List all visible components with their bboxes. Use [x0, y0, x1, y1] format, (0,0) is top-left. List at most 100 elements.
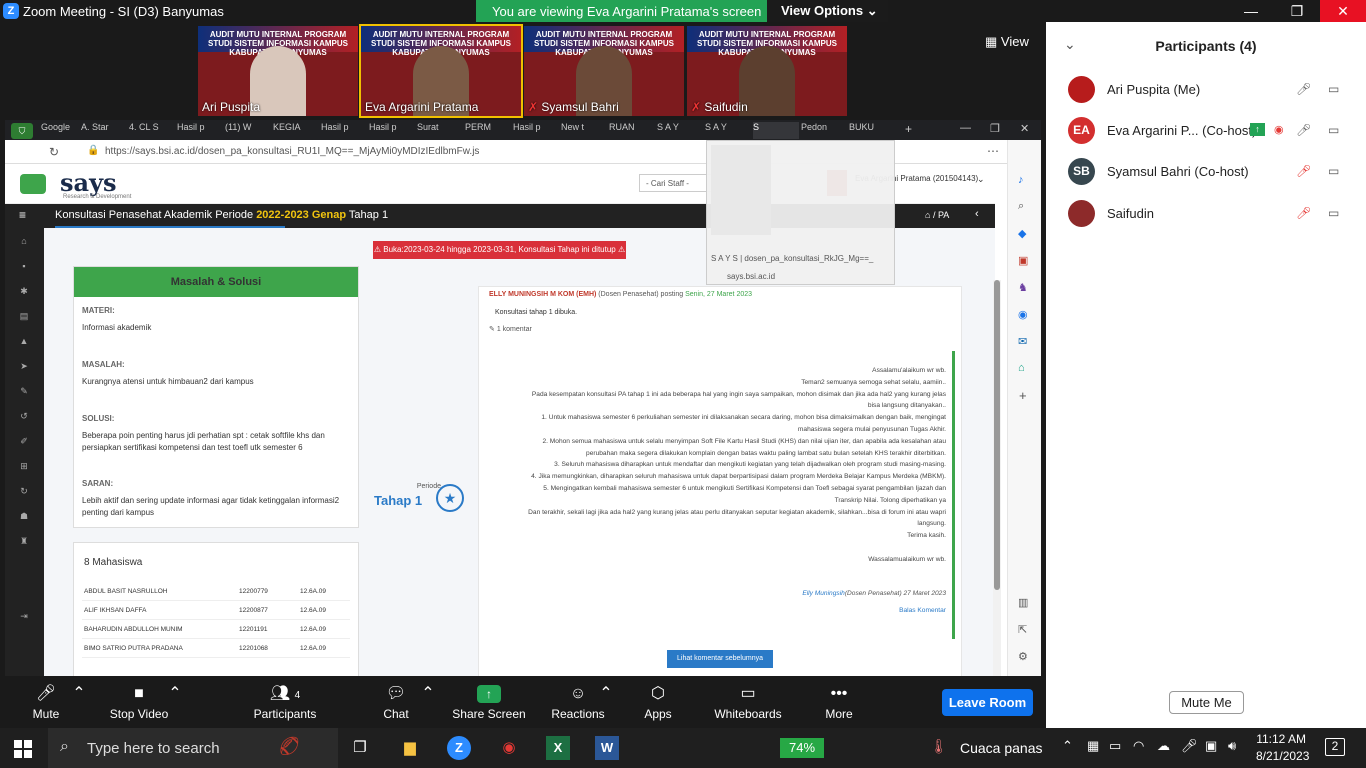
battery-indicator[interactable]: 74%: [780, 738, 824, 758]
table-row[interactable]: BIMO SATRIO PUTRA PRADANA 12201068 12.6A.0…: [82, 640, 350, 658]
users-icon[interactable]: ☗: [17, 511, 31, 521]
cloud-icon[interactable]: ☁: [1157, 738, 1170, 754]
audio-options-caret[interactable]: ⌃: [64, 676, 94, 728]
graduation-cap-icon[interactable]: ♜: [17, 536, 31, 546]
microphone-icon[interactable]: 🎤︎: [1181, 738, 1198, 754]
participant-row[interactable]: Saifudin 🎤︎ ▭: [1066, 200, 1356, 240]
view-button[interactable]: ▦ View: [985, 34, 1029, 50]
mute-me-button[interactable]: Mute Me: [1169, 691, 1244, 714]
send-icon[interactable]: ➤: [17, 361, 31, 371]
split-screen-icon[interactable]: ▥: [1018, 596, 1028, 609]
browser-tab[interactable]: S: [753, 122, 799, 139]
weather-widget[interactable]: Cuaca panas: [960, 740, 1043, 756]
browser-tab[interactable]: KEGIA: [273, 122, 319, 139]
display-icon[interactable]: ▣: [1205, 738, 1217, 754]
chat-options-caret[interactable]: ⌃: [413, 676, 443, 728]
video-tile[interactable]: AUDIT MUTU INTERNAL PROGRAM STUDI SISTEM…: [524, 26, 684, 116]
browser-tab[interactable]: 4. CL S: [129, 122, 175, 139]
participants-button[interactable]: 👥︎ 4 Participants: [240, 676, 330, 728]
browser-tab[interactable]: BUKU: [849, 122, 895, 139]
office-icon[interactable]: ◉: [1018, 308, 1028, 321]
network-icon[interactable]: ▦: [1087, 738, 1099, 754]
tray-chevron-icon[interactable]: ⌃: [1062, 738, 1073, 754]
external-icon[interactable]: ⇱: [1018, 623, 1027, 636]
pencil-icon[interactable]: ✐: [17, 436, 31, 446]
browser-tab[interactable]: Hasil p: [513, 122, 559, 139]
calendar-icon[interactable]: ▤: [17, 311, 31, 321]
add-icon[interactable]: +: [1019, 388, 1027, 403]
prev-comments-button[interactable]: Lihat komentar sebelumnya: [667, 650, 773, 668]
browser-tab[interactable]: PERM: [465, 122, 511, 139]
more-button[interactable]: ••• More: [794, 676, 884, 728]
games-icon[interactable]: ♞: [1018, 281, 1028, 294]
video-tile[interactable]: AUDIT MUTU INTERNAL PROGRAM STUDI SISTEM…: [198, 26, 358, 116]
video-camera-icon[interactable]: ▭: [1328, 123, 1339, 137]
bell-icon[interactable]: ♪: [1018, 174, 1024, 186]
gear-icon[interactable]: ✱: [17, 286, 31, 296]
home-icon[interactable]: ⌂: [17, 236, 31, 246]
toolbox-icon[interactable]: ▣: [1018, 254, 1028, 267]
chevron-down-icon[interactable]: ⌄: [977, 174, 985, 185]
participant-row[interactable]: Ari Puspita (Me) 🎤︎ ▭: [1066, 76, 1356, 116]
video-tile-active[interactable]: AUDIT MUTU INTERNAL PROGRAM STUDI SISTEM…: [359, 24, 523, 118]
battery-icon[interactable]: ▭: [1109, 738, 1121, 754]
graduation-icon[interactable]: ▲: [17, 336, 31, 346]
taskbar-clock[interactable]: 11:12 AM 8/21/2023: [1256, 731, 1309, 765]
whiteboards-button[interactable]: ▭ Whiteboards: [703, 676, 793, 728]
mic-muted-icon[interactable]: 🎤︎: [1296, 164, 1311, 178]
hamburger-icon[interactable]: ≡: [19, 208, 26, 222]
table-row[interactable]: BAHARUDIN ABDULLOH MUNIM 12201191 12.6A.09: [82, 621, 350, 639]
tag-icon[interactable]: ◆: [1018, 227, 1026, 240]
reply-link[interactable]: Balas Komentar: [489, 605, 946, 617]
restore-icon[interactable]: ❐: [990, 122, 1000, 135]
minimize-button[interactable]: —: [1228, 0, 1274, 22]
browser-tab[interactable]: New t: [561, 122, 607, 139]
apps-button[interactable]: ⬡ Apps: [613, 676, 703, 728]
notification-icon[interactable]: 2: [1325, 738, 1345, 756]
excel-icon[interactable]: X: [546, 736, 570, 760]
scroll-thumb[interactable]: [994, 280, 1000, 590]
browser-tab[interactable]: Google: [41, 122, 81, 139]
browser-tab[interactable]: Hasil p: [177, 122, 223, 139]
logout-icon[interactable]: ⇥: [17, 611, 31, 621]
page-scrollbar[interactable]: [993, 280, 1001, 676]
video-options-caret[interactable]: ⌃: [160, 676, 190, 728]
shopping-icon[interactable]: ⌂: [1018, 362, 1025, 374]
search-icon[interactable]: ⌕: [1018, 200, 1024, 213]
word-icon[interactable]: W: [595, 736, 619, 760]
wifi-icon[interactable]: ◠: [1133, 738, 1144, 754]
browser-tab[interactable]: Pedon: [801, 122, 847, 139]
leave-room-button[interactable]: Leave Room: [942, 689, 1033, 716]
mic-muted-icon[interactable]: 🎤︎: [1296, 206, 1311, 220]
reload-icon[interactable]: ↻: [49, 145, 59, 159]
browser-tab[interactable]: Hasil p: [321, 122, 367, 139]
refresh-icon[interactable]: ↻: [17, 486, 31, 496]
table-row[interactable]: ALIF IKHSAN DAFFA 12200877 12.6A.09: [82, 602, 350, 620]
breadcrumb-item[interactable]: PA: [938, 210, 949, 220]
chrome-icon[interactable]: ◉: [497, 736, 521, 760]
view-options-button[interactable]: View Options ⌄: [767, 0, 888, 22]
close-icon[interactable]: ✕: [1020, 122, 1029, 135]
table-row[interactable]: ABDUL BASIT NASRULLOH 12200779 12.6A.09: [82, 583, 350, 601]
menu-icon[interactable]: ⋯: [987, 144, 999, 158]
new-tab-icon[interactable]: +: [905, 122, 912, 136]
browser-tab[interactable]: S A Y: [705, 122, 751, 139]
browser-tab[interactable]: RUAN: [609, 122, 655, 139]
minimize-icon[interactable]: —: [960, 122, 971, 134]
file-explorer-icon[interactable]: ▆: [398, 736, 422, 760]
history-icon[interactable]: ↺: [17, 411, 31, 421]
settings-icon[interactable]: ⚙: [1018, 650, 1028, 663]
video-tile[interactable]: AUDIT MUTU INTERNAL PROGRAM STUDI SISTEM…: [687, 26, 847, 116]
microphone-icon[interactable]: 🎤︎: [1296, 82, 1311, 96]
sitemap-icon[interactable]: ⊞: [17, 461, 31, 471]
edit-icon[interactable]: ✎: [17, 386, 31, 396]
home-icon[interactable]: ⌂: [925, 210, 930, 220]
video-camera-icon[interactable]: ▭: [1328, 206, 1339, 220]
task-view-icon[interactable]: ❐: [348, 736, 372, 760]
zoom-app-icon[interactable]: Z: [447, 736, 471, 760]
author-name[interactable]: ELLY MUNINGSIH M KOM (EMH): [489, 291, 596, 298]
video-camera-icon[interactable]: ▭: [1328, 82, 1339, 96]
share-screen-button[interactable]: ↑ Share Screen: [444, 676, 534, 728]
participant-row[interactable]: SB Syamsul Bahri (Co-host) 🎤︎ ▭: [1066, 158, 1356, 198]
browser-tab[interactable]: A. Star: [81, 122, 127, 139]
